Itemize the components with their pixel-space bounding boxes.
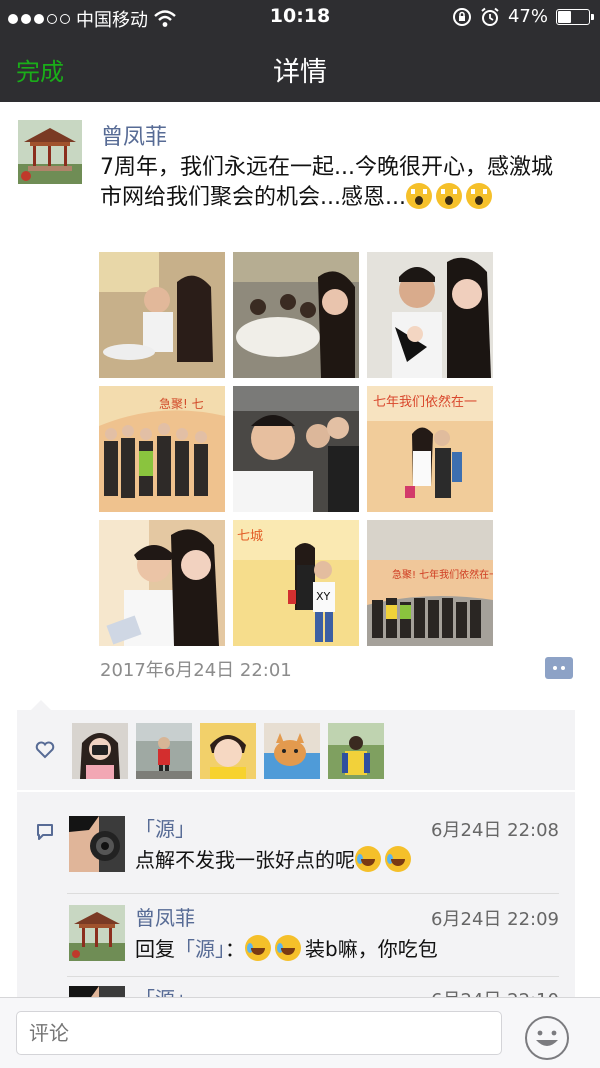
status-bar: 中国移动 10:18 47% [0,0,600,34]
svg-text:七年我们依然在一: 七年我们依然在一 [373,394,477,410]
post-text: 7周年，我们永远在一起...今晚很开心，感激城市网给我们聚会的机会...感恩..… [100,153,560,213]
comment-item[interactable]: 「源」 6月24日 22:08 点解不发我一张好点的呢 [67,816,559,876]
likes-section [17,700,575,790]
comment-time: 6月24日 22:10 [431,986,559,997]
photo-thumbnail[interactable] [99,252,225,378]
scared-emoji-icon [465,183,492,209]
battery-icon [556,8,594,25]
like-avatar[interactable] [200,723,256,779]
status-right: 47% [452,6,594,27]
like-avatar-list [72,723,384,779]
like-avatar[interactable] [136,723,192,779]
laugh-cry-emoji-icon [275,935,301,961]
reply-prefix: 回复 [135,937,175,961]
photo-thumbnail[interactable]: 急聚! 七 [99,386,225,512]
scared-emoji-icon [405,183,432,209]
post-author-name[interactable]: 曾凤菲 [101,119,167,151]
like-avatar[interactable] [72,723,128,779]
scared-emoji-icon [435,183,462,209]
comment-text-content: 点解不发我一张好点的呢 [135,848,355,872]
commenter-avatar[interactable] [69,905,125,961]
comment-input[interactable] [16,1011,502,1055]
commenter-avatar[interactable] [69,986,125,997]
smiley-icon [536,1030,558,1046]
photo-thumbnail[interactable] [233,252,359,378]
comments-section: 「源」 6月24日 22:08 点解不发我一张好点的呢 曾凤菲 6月24日 22… [17,792,575,997]
laugh-cry-emoji-icon [245,935,271,961]
laugh-cry-emoji-icon [385,846,411,872]
photo-thumbnail[interactable]: 七城 XY [233,520,359,646]
battery-percent: 47% [507,6,548,27]
commenter-name[interactable]: 曾凤菲 [135,902,195,931]
photo-thumbnail[interactable] [99,520,225,646]
like-avatar[interactable] [328,723,384,779]
photo-grid: 急聚! 七 七年我们依然在一 七城 XY 急聚! 七年我们依然在一起 [99,252,495,646]
comment-bubble-icon [37,824,53,840]
comment-item[interactable]: 「源」 6月24日 22:10 [67,986,559,997]
comment-more-button[interactable] [545,657,573,679]
photo-thumbnail[interactable]: 七年我们依然在一 [367,386,493,512]
likes-arrow [31,700,51,710]
photo-thumbnail[interactable]: 急聚! 七年我们依然在一起 [367,520,493,646]
photo-thumbnail[interactable] [367,252,493,378]
page-title: 详情 [273,57,327,88]
photo-thumbnail[interactable] [233,386,359,512]
comment-divider [67,976,559,977]
heart-icon [35,741,55,759]
like-avatar[interactable] [264,723,320,779]
comment-text: 回复「源」： 装b嘛，你吃包 [135,933,438,962]
svg-text:急聚! 七: 急聚! 七 [159,396,204,411]
comment-text: 点解不发我一张好点的呢 [135,844,415,873]
reply-colon: ： [225,937,245,961]
svg-text:七城: 七城 [237,529,263,544]
commenter-name[interactable]: 「源」 [135,813,195,842]
rotation-lock-icon [452,7,471,26]
reply-target-name[interactable]: 「源」 [175,937,225,961]
commenter-name[interactable]: 「源」 [135,983,195,997]
comment-time: 6月24日 22:08 [431,820,559,841]
comment-divider [67,893,559,894]
author-avatar[interactable] [18,120,82,184]
svg-text:急聚! 七年我们依然在一起: 急聚! 七年我们依然在一起 [392,568,493,581]
commenter-avatar[interactable] [69,816,125,872]
comment-input-bar [0,997,600,1068]
emoji-button[interactable] [525,1016,569,1060]
alarm-icon [481,7,499,26]
laugh-cry-emoji-icon [355,846,381,872]
comment-item[interactable]: 曾凤菲 6月24日 22:09 回复「源」： 装b嘛，你吃包 [67,905,559,965]
nav-bar: 完成 详情 [0,34,600,102]
svg-text:XY: XY [316,590,331,603]
post-timestamp: 2017年6月24日 22:01 [100,660,292,681]
reply-body: 装b嘛，你吃包 [305,937,438,961]
comment-time: 6月24日 22:09 [431,909,559,930]
